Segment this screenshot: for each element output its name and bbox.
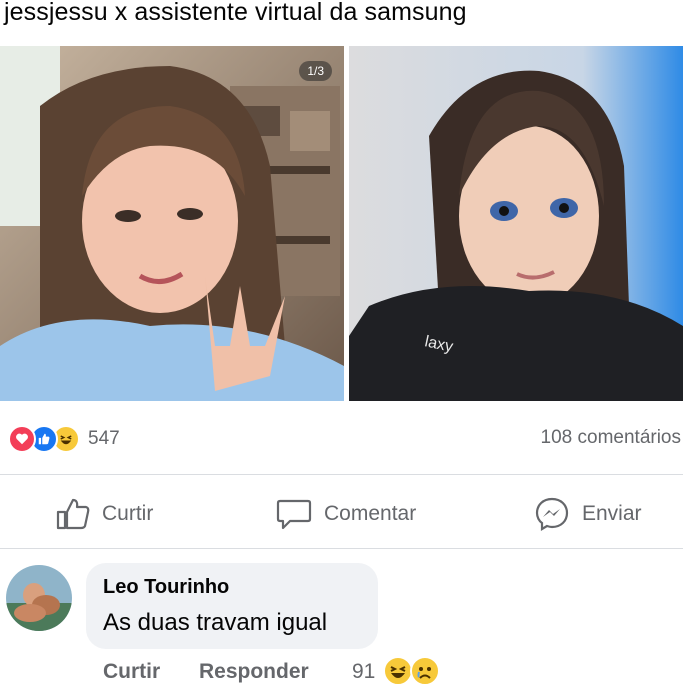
divider: [0, 474, 683, 475]
comment-reply-button[interactable]: Responder: [199, 660, 309, 684]
messenger-icon: [535, 497, 569, 531]
like-button-label: Curtir: [102, 502, 154, 525]
photo-avatar-illustration: laxy: [349, 46, 683, 401]
sad-icon: [410, 656, 440, 686]
photo-selfie-illustration: [0, 46, 344, 401]
avatar[interactable]: [6, 565, 72, 631]
post-photo-2[interactable]: laxy: [349, 46, 683, 401]
post-photo-1[interactable]: 1/3: [0, 46, 344, 401]
comment-like-button[interactable]: Curtir: [103, 660, 160, 684]
like-button[interactable]: Curtir: [56, 497, 153, 531]
love-icon: [8, 425, 36, 453]
comments-count-link[interactable]: 108 comentários: [541, 427, 681, 449]
comment-reaction-count[interactable]: 91: [352, 660, 375, 684]
divider: [0, 548, 683, 549]
send-button[interactable]: Enviar: [534, 497, 642, 531]
reaction-summary[interactable]: 547: [8, 425, 120, 453]
comment-text: As duas travam igual: [103, 609, 328, 636]
comment-author[interactable]: Leo Tourinho: [103, 576, 229, 599]
speech-bubble-icon: [276, 499, 312, 530]
photo-counter: 1/3: [299, 61, 332, 81]
haha-icon: [383, 656, 413, 686]
comment-bubble: Leo Tourinho As duas travam igual: [86, 563, 378, 649]
comment-button-label: Comentar: [324, 502, 417, 525]
comment-button[interactable]: Comentar: [276, 497, 416, 531]
thumbs-up-icon: [56, 498, 90, 530]
avatar-photo: [6, 565, 72, 631]
send-button-label: Enviar: [582, 502, 642, 525]
reaction-count: 547: [88, 428, 120, 449]
post-caption: jessjessu x assistente virtual da samsun…: [4, 0, 467, 26]
